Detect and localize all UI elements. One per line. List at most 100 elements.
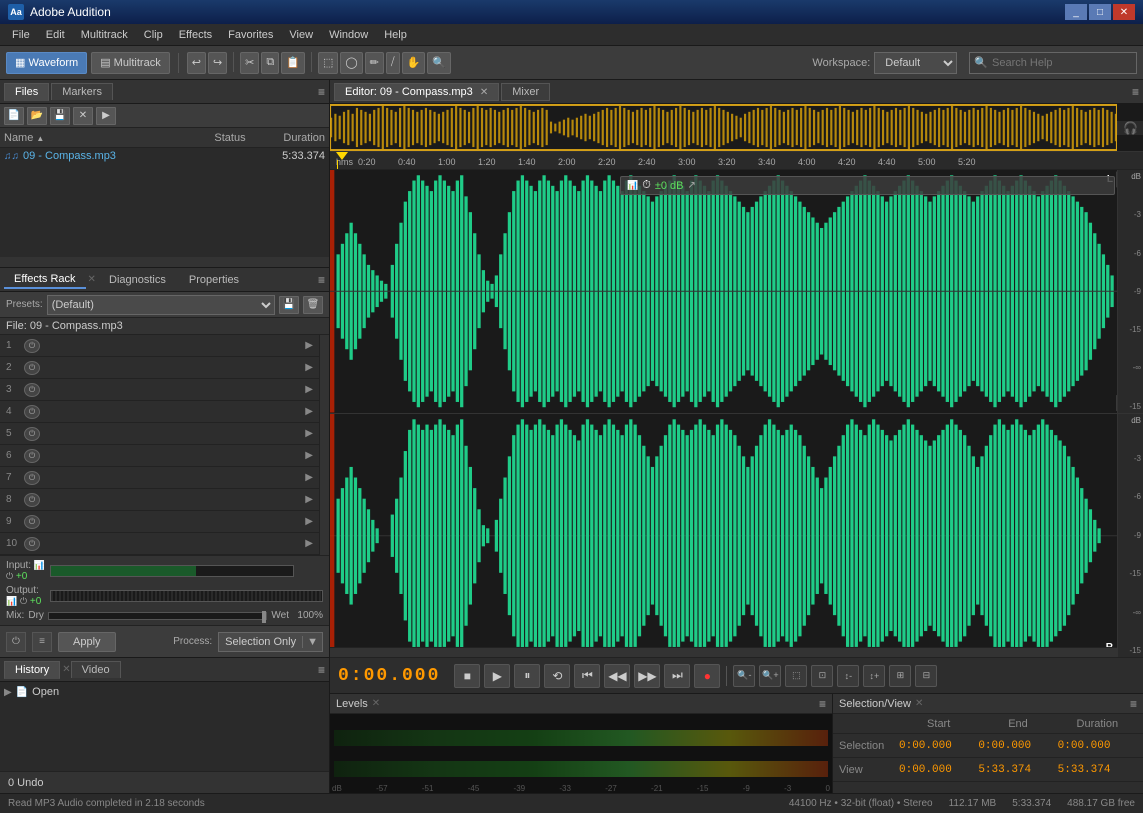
effect-power-2[interactable]: ⏻ (24, 361, 40, 375)
new-file-button[interactable]: 📄 (4, 107, 24, 125)
presets-select[interactable]: (Default) (47, 295, 275, 315)
selection-end-value[interactable]: 0:00.000 (978, 740, 1057, 752)
zoom-out-time-button[interactable]: 🔍- (733, 665, 755, 687)
zoom-in-amp-button[interactable]: ↕+ (863, 665, 885, 687)
undo-button[interactable]: ↩ (187, 52, 206, 74)
effects-list-button[interactable]: ≡ (32, 632, 52, 652)
zoom-in-time-button[interactable]: 🔍+ (759, 665, 781, 687)
save-file-button[interactable]: 💾 (50, 107, 70, 125)
hand-button[interactable]: ✋ (402, 52, 426, 74)
selection-view-menu-button[interactable]: ≡ (1130, 697, 1137, 711)
menu-edit[interactable]: Edit (38, 27, 73, 43)
close-button[interactable]: ✕ (1113, 4, 1135, 20)
view-duration-value[interactable]: 5:33.374 (1058, 764, 1137, 776)
levels-close-icon[interactable]: ✕ (372, 698, 380, 709)
loop-button[interactable]: ⟲ (544, 664, 570, 688)
history-tab-close[interactable]: ✕ (62, 664, 70, 675)
apply-button[interactable]: Apply (58, 632, 116, 652)
effect-expand-3[interactable]: ▶ (305, 384, 313, 395)
close-file-button[interactable]: ✕ (73, 107, 93, 125)
tab-history[interactable]: History (4, 661, 60, 679)
razor-button[interactable]: ⧸ (386, 52, 400, 74)
zoom-fit-button[interactable]: ⬚ (785, 665, 807, 687)
effect-expand-7[interactable]: ▶ (305, 472, 313, 483)
overview-headphones-button[interactable]: 🎧 (1123, 121, 1138, 135)
process-dropdown-arrow[interactable]: ▼ (302, 636, 322, 648)
level-expand-button[interactable]: ↗ (687, 180, 695, 191)
files-panel-menu-button[interactable]: ≡ (318, 85, 325, 99)
tab-editor[interactable]: Editor: 09 - Compass.mp3 ✕ (334, 83, 499, 101)
mix-slider[interactable] (48, 612, 267, 620)
play-button[interactable]: ▶ (484, 664, 510, 688)
tab-properties[interactable]: Properties (179, 272, 249, 288)
tab-files[interactable]: Files (4, 83, 49, 101)
pencil-button[interactable]: ✏ (365, 52, 384, 74)
presets-delete-button[interactable]: 🗑 (303, 296, 323, 314)
selection-view-close-icon[interactable]: ✕ (915, 698, 923, 709)
autoplay-button[interactable]: ▶ (96, 107, 116, 125)
fast-forward-button[interactable]: ▶▶ (634, 664, 660, 688)
zoom-fit-amp-button[interactable]: ⊞ (889, 665, 911, 687)
menu-view[interactable]: View (281, 27, 321, 43)
marquee-button[interactable]: ⬚ (318, 52, 338, 74)
effects-tab-close[interactable]: ✕ (88, 274, 96, 285)
tab-effects-rack[interactable]: Effects Rack (4, 271, 86, 289)
maximize-button[interactable]: □ (1089, 4, 1111, 20)
effect-power-6[interactable]: ⏻ (24, 449, 40, 463)
menu-favorites[interactable]: Favorites (220, 27, 281, 43)
redo-button[interactable]: ↪ (208, 52, 227, 74)
overview-waveform[interactable] (330, 104, 1117, 151)
tab-video[interactable]: Video (71, 661, 121, 678)
menu-effects[interactable]: Effects (171, 27, 220, 43)
menu-help[interactable]: Help (376, 27, 415, 43)
waveform-mode-button[interactable]: ▦ Waveform (6, 52, 87, 74)
effect-expand-5[interactable]: ▶ (305, 428, 313, 439)
files-scrollbar-horizontal[interactable] (0, 257, 329, 267)
menu-multitrack[interactable]: Multitrack (73, 27, 136, 43)
presets-save-button[interactable]: 💾 (279, 296, 299, 314)
effects-scrollbar[interactable] (319, 335, 329, 555)
editor-tab-close-icon[interactable]: ✕ (480, 87, 488, 98)
workspace-select[interactable]: Default (874, 52, 957, 74)
zoom-full-button[interactable]: ⊟ (915, 665, 937, 687)
list-item[interactable]: ▶ 📄 Open (4, 686, 325, 698)
effects-panel-menu-button[interactable]: ≡ (318, 273, 325, 287)
cut-button[interactable]: ✂ (240, 52, 259, 74)
prev-marker-button[interactable]: ⏮ (574, 664, 600, 688)
multitrack-mode-button[interactable]: ▤ Multitrack (91, 52, 170, 74)
stop-button[interactable]: ■ (454, 664, 480, 688)
copy-button[interactable]: ⧉ (261, 52, 279, 74)
tab-mixer[interactable]: Mixer (501, 83, 550, 101)
effect-power-9[interactable]: ⏻ (24, 515, 40, 529)
effect-expand-8[interactable]: ▶ (305, 494, 313, 505)
selection-duration-value[interactable]: 0:00.000 (1058, 740, 1137, 752)
effect-power-7[interactable]: ⏻ (24, 471, 40, 485)
waveform-scrollbar-horizontal[interactable] (330, 647, 1117, 657)
rewind-button[interactable]: ◀◀ (604, 664, 630, 688)
history-panel-menu-button[interactable]: ≡ (318, 663, 325, 677)
selection-start-value[interactable]: 0:00.000 (899, 740, 978, 752)
menu-window[interactable]: Window (321, 27, 376, 43)
next-marker-button[interactable]: ⏭ (664, 664, 690, 688)
view-start-value[interactable]: 0:00.000 (899, 764, 978, 776)
effect-expand-4[interactable]: ▶ (305, 406, 313, 417)
view-end-value[interactable]: 5:33.374 (978, 764, 1057, 776)
menu-clip[interactable]: Clip (136, 27, 171, 43)
paste-button[interactable]: 📋 (281, 52, 305, 74)
effect-expand-6[interactable]: ▶ (305, 450, 313, 461)
editor-panel-menu-button[interactable]: ≡ (1132, 85, 1139, 99)
effects-power-all-button[interactable]: ⏻ (6, 632, 26, 652)
effect-expand-2[interactable]: ▶ (305, 362, 313, 373)
effect-expand-1[interactable]: ▶ (305, 340, 313, 351)
list-item[interactable]: ♫♫ 09 - Compass.mp3 5:33.374 (0, 148, 329, 164)
menu-file[interactable]: File (4, 27, 38, 43)
effect-power-5[interactable]: ⏻ (24, 427, 40, 441)
pause-button[interactable]: ⏸ (514, 664, 540, 688)
effect-power-8[interactable]: ⏻ (24, 493, 40, 507)
search-input[interactable] (992, 57, 1132, 69)
waveform-display[interactable]: 📊 ⏱ ±0 dB ↗ L (330, 170, 1143, 657)
tab-markers[interactable]: Markers (51, 83, 113, 100)
open-file-button[interactable]: 📂 (27, 107, 47, 125)
zoom-sel-button[interactable]: ⊡ (811, 665, 833, 687)
effect-power-3[interactable]: ⏻ (24, 383, 40, 397)
